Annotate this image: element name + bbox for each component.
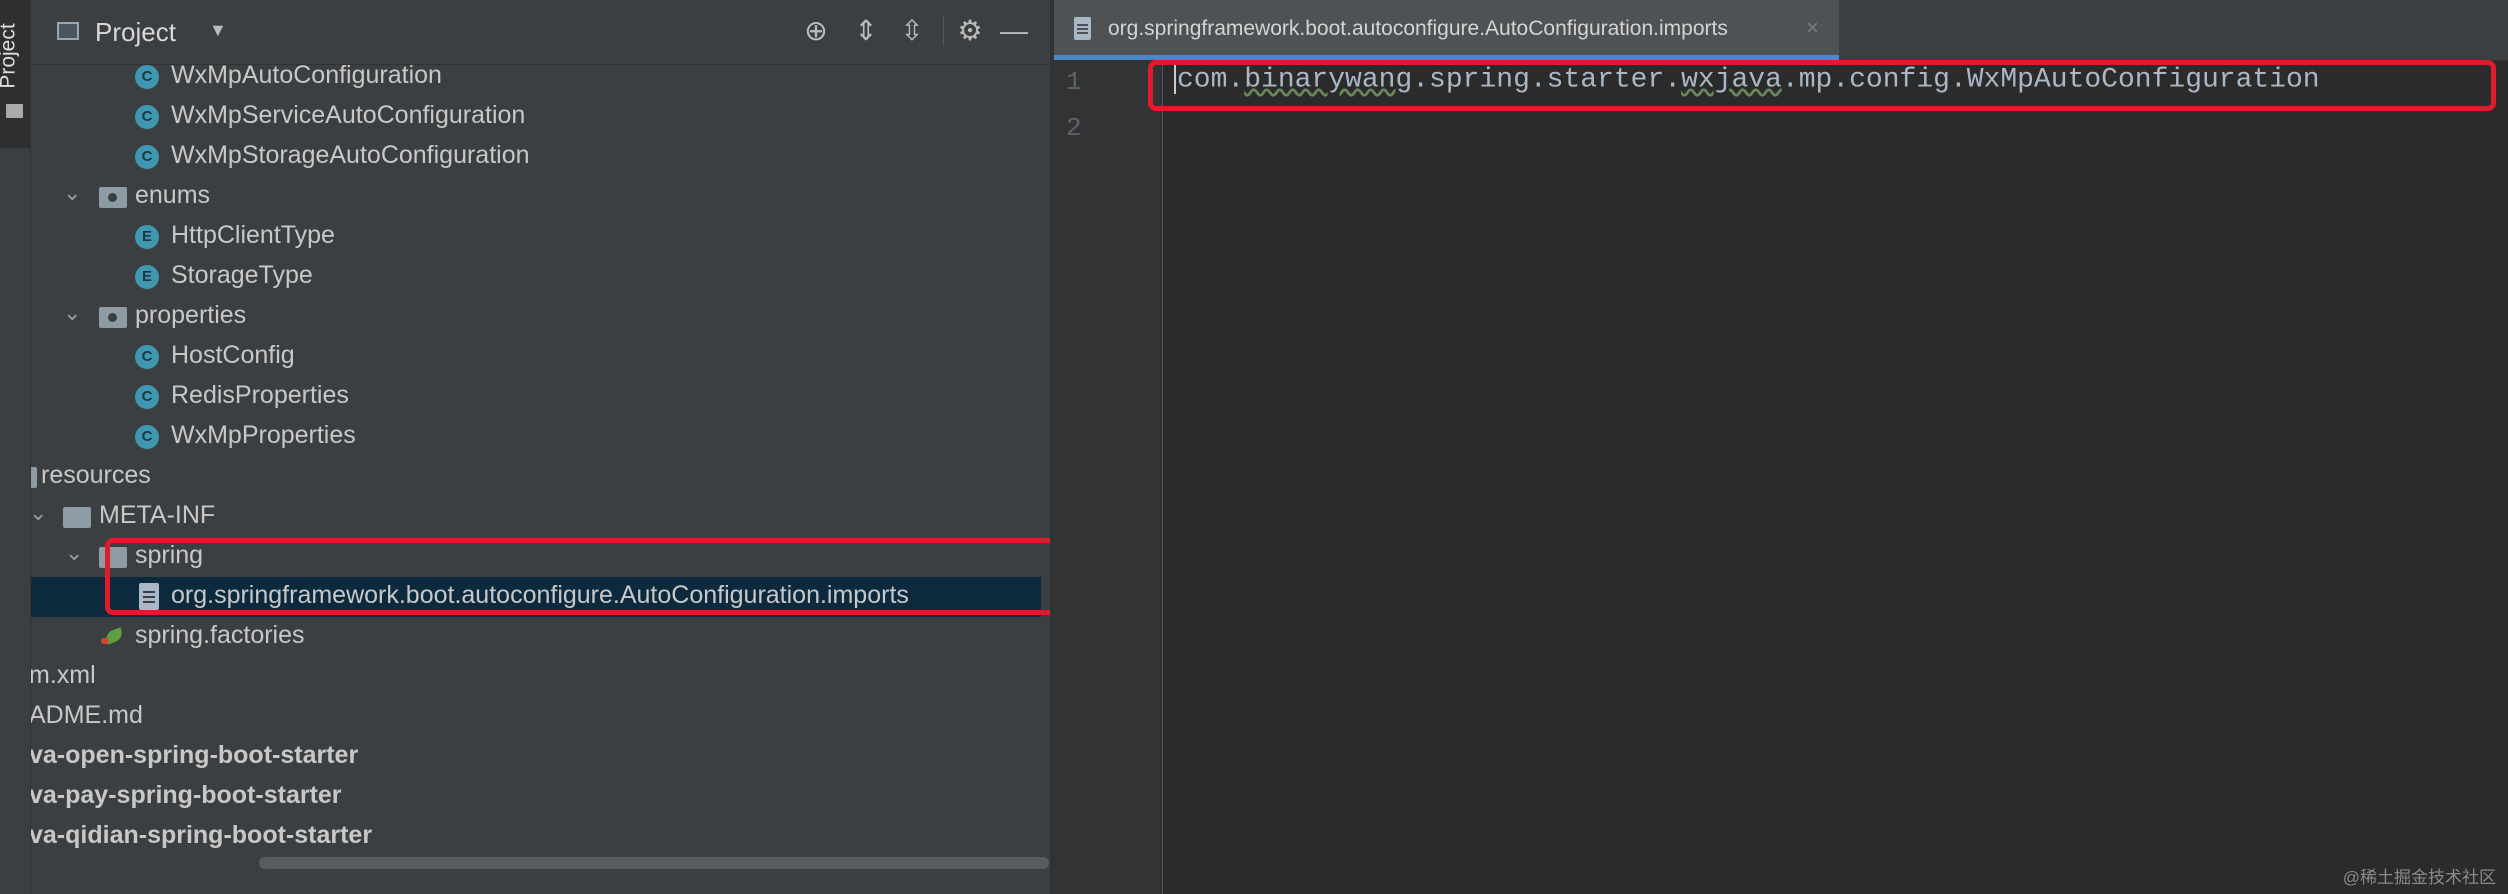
chevron-down-icon[interactable]: ⌄ (63, 180, 81, 206)
class-icon: C (135, 385, 159, 409)
folder-icon (6, 104, 23, 118)
editor-tab-active[interactable]: org.springframework.boot.autoconfigure.A… (1054, 0, 1839, 60)
chevron-down-icon[interactable]: ⌄ (65, 540, 83, 566)
header-divider (943, 16, 944, 46)
tree-item-class[interactable]: C WxMpServiceAutoConfiguration (31, 97, 1041, 137)
tree-item-label: va-open-spring-boot-starter (31, 741, 359, 769)
editor-tab-bar: org.springframework.boot.autoconfigure.A… (1054, 0, 2508, 61)
tree-item-class[interactable]: C WxMpAutoConfiguration (31, 57, 1041, 97)
line-number: 2 (1066, 113, 1082, 143)
package-icon (99, 307, 127, 328)
line-number: 1 (1066, 67, 1082, 97)
tree-item-enum[interactable]: E HttpClientType (31, 217, 1041, 257)
tree-item-label: m.xml (31, 661, 96, 689)
tree-item-label: properties (135, 301, 247, 329)
tree-item-label: ADME.md (31, 701, 143, 729)
tree-item-file[interactable]: ADME.md (31, 697, 1041, 737)
chevron-down-icon[interactable]: ▼ (209, 20, 227, 41)
tree-item-class[interactable]: C WxMpStorageAutoConfiguration (31, 137, 1041, 177)
tree-item-label: resources (41, 461, 151, 489)
project-tool-tab[interactable]: Project (0, 0, 30, 148)
editor-pane: org.springframework.boot.autoconfigure.A… (1054, 0, 2508, 894)
project-view-title[interactable]: Project (95, 17, 176, 48)
tree-item-label: WxMpAutoConfiguration (171, 61, 442, 89)
tree-item-class[interactable]: C HostConfig (31, 337, 1041, 377)
tree-item-file[interactable]: spring.factories (31, 617, 1041, 657)
tree-item-label: va-qidian-spring-boot-starter (31, 821, 373, 849)
chevron-down-icon[interactable]: ⌄ (31, 500, 47, 526)
locate-icon[interactable]: ⊕ (799, 14, 833, 48)
line-number-gutter: 1 2 (1054, 61, 1162, 894)
highlight-box-tree (105, 538, 1050, 615)
tree-item-label: META-INF (99, 501, 216, 529)
tree-item-package[interactable]: ⌄ enums (31, 177, 1041, 217)
enum-icon: E (135, 265, 159, 289)
project-view-icon (57, 22, 79, 40)
class-icon: C (135, 105, 159, 129)
tree-item-label: HttpClientType (171, 221, 335, 249)
watermark: @稀土掘金技术社区 (2342, 868, 2496, 887)
tree-item-label: va-pay-spring-boot-starter (31, 781, 342, 809)
close-icon[interactable]: × (1806, 15, 1819, 41)
tree-item-class[interactable]: C RedisProperties (31, 377, 1041, 417)
gutter-divider (1162, 61, 1163, 894)
tree-item-label: WxMpProperties (171, 421, 356, 449)
project-panel-header: Project ▼ ⊕ ⇕ ⇳ ⚙ — (31, 0, 1050, 65)
class-icon: C (135, 425, 159, 449)
package-icon (99, 187, 127, 208)
tree-item-enum[interactable]: E StorageType (31, 257, 1041, 297)
highlight-box-code (1148, 60, 2496, 111)
gear-icon[interactable]: ⚙ (953, 14, 987, 48)
resources-folder-icon (31, 467, 37, 488)
folder-icon (63, 507, 91, 528)
horizontal-scrollbar[interactable] (259, 857, 1049, 869)
tree-item-label: RedisProperties (171, 381, 349, 409)
tree-item-module[interactable]: va-open-spring-boot-starter (31, 737, 1041, 777)
tree-item-folder[interactable]: ⌄ META-INF (31, 497, 1041, 537)
editor-tab-label: org.springframework.boot.autoconfigure.A… (1108, 17, 1728, 40)
chevron-down-icon[interactable]: ⌄ (63, 300, 81, 326)
project-tool-tab-label: Project (0, 23, 20, 89)
tree-item-label: StorageType (171, 261, 313, 289)
class-icon: C (135, 65, 159, 89)
collapse-all-icon[interactable]: ⇳ (895, 14, 929, 48)
tree-item-label: WxMpStorageAutoConfiguration (171, 141, 530, 169)
class-icon: C (135, 345, 159, 369)
enum-icon: E (135, 225, 159, 249)
class-icon: C (135, 145, 159, 169)
tree-item-label: WxMpServiceAutoConfiguration (171, 101, 526, 129)
tree-item-module[interactable]: va-pay-spring-boot-starter (31, 777, 1041, 817)
tree-item-file[interactable]: m.xml (31, 657, 1041, 697)
tree-item-package[interactable]: ⌄ properties (31, 297, 1041, 337)
tree-item-class[interactable]: C WxMpProperties (31, 417, 1041, 457)
minimize-icon[interactable]: — (997, 14, 1031, 48)
tree-item-module[interactable]: va-qidian-spring-boot-starter (31, 817, 1041, 857)
spring-config-icon (101, 626, 125, 646)
text-file-icon (1074, 17, 1091, 40)
project-panel: Project ▼ ⊕ ⇕ ⇳ ⚙ — C WxMpAutoConfigurat… (31, 0, 1050, 894)
tool-window-strip: Project (0, 0, 31, 894)
tree-item-label: spring.factories (135, 621, 305, 649)
tree-item-folder[interactable]: resources (31, 457, 1041, 497)
tree-item-label: HostConfig (171, 341, 295, 369)
tree-item-label: enums (135, 181, 211, 209)
expand-all-icon[interactable]: ⇕ (849, 14, 883, 48)
